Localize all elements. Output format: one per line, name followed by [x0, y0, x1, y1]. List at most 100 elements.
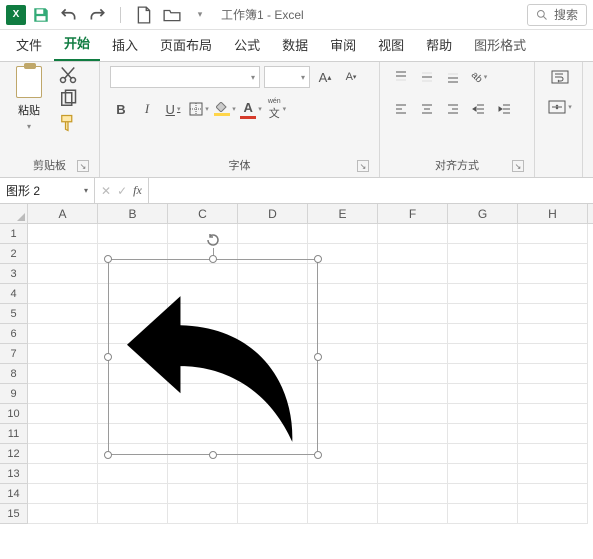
row-header[interactable]: 4: [0, 284, 28, 304]
tab-审阅[interactable]: 审阅: [320, 29, 366, 61]
cell[interactable]: [308, 464, 378, 484]
undo-icon[interactable]: [60, 6, 78, 24]
cell[interactable]: [448, 244, 518, 264]
cancel-formula-icon[interactable]: ✕: [101, 184, 111, 198]
cell[interactable]: [378, 224, 448, 244]
cell[interactable]: [28, 284, 98, 304]
enter-formula-icon[interactable]: ✓: [117, 184, 127, 198]
cell[interactable]: [518, 384, 588, 404]
cell[interactable]: [448, 504, 518, 524]
resize-handle-n[interactable]: [209, 255, 217, 263]
tab-公式[interactable]: 公式: [224, 29, 270, 61]
align-center-icon[interactable]: [416, 98, 438, 120]
cell[interactable]: [518, 324, 588, 344]
cell[interactable]: [378, 464, 448, 484]
open-folder-icon[interactable]: [163, 6, 181, 24]
redo-icon[interactable]: [88, 6, 106, 24]
cell[interactable]: [238, 484, 308, 504]
decrease-indent-icon[interactable]: [468, 98, 490, 120]
cell[interactable]: [308, 264, 378, 284]
font-size-combo[interactable]: ▾: [264, 66, 310, 88]
shape-selection-frame[interactable]: [108, 259, 318, 455]
align-launcher-icon[interactable]: ↘: [512, 160, 524, 172]
row-header[interactable]: 3: [0, 264, 28, 284]
resize-handle-w[interactable]: [104, 353, 112, 361]
clipboard-launcher-icon[interactable]: ↘: [77, 160, 89, 172]
cell[interactable]: [308, 504, 378, 524]
row-header[interactable]: 13: [0, 464, 28, 484]
cell[interactable]: [378, 484, 448, 504]
search-box[interactable]: 搜索: [527, 4, 587, 26]
cell[interactable]: [28, 464, 98, 484]
cell[interactable]: [448, 324, 518, 344]
tab-插入[interactable]: 插入: [102, 29, 148, 61]
font-color-button[interactable]: A▾: [240, 98, 262, 120]
cell[interactable]: [448, 484, 518, 504]
tab-文件[interactable]: 文件: [6, 29, 52, 61]
column-header[interactable]: G: [448, 204, 518, 223]
cell[interactable]: [308, 284, 378, 304]
column-header[interactable]: D: [238, 204, 308, 223]
cell[interactable]: [28, 384, 98, 404]
tab-图形格式[interactable]: 图形格式: [464, 29, 536, 61]
column-header[interactable]: A: [28, 204, 98, 223]
cell[interactable]: [518, 404, 588, 424]
cell[interactable]: [168, 224, 238, 244]
cell[interactable]: [28, 344, 98, 364]
cell[interactable]: [98, 464, 168, 484]
name-box[interactable]: 图形 2 ▾: [0, 178, 95, 203]
cell[interactable]: [448, 364, 518, 384]
curved-left-arrow-shape[interactable]: [127, 294, 302, 444]
cell[interactable]: [448, 464, 518, 484]
cell[interactable]: [448, 284, 518, 304]
cell[interactable]: [378, 284, 448, 304]
tab-帮助[interactable]: 帮助: [416, 29, 462, 61]
cell[interactable]: [28, 224, 98, 244]
cell[interactable]: [28, 444, 98, 464]
copy-icon[interactable]: [58, 90, 78, 108]
font-name-combo[interactable]: ▾: [110, 66, 260, 88]
cell[interactable]: [308, 404, 378, 424]
cell[interactable]: [238, 224, 308, 244]
format-painter-icon[interactable]: [58, 114, 78, 132]
cell[interactable]: [518, 504, 588, 524]
cell[interactable]: [378, 444, 448, 464]
cell[interactable]: [28, 364, 98, 384]
cell[interactable]: [168, 504, 238, 524]
cell[interactable]: [518, 304, 588, 324]
cell[interactable]: [308, 384, 378, 404]
merge-cells-icon[interactable]: ▾: [545, 96, 575, 118]
cell[interactable]: [378, 264, 448, 284]
cell[interactable]: [378, 364, 448, 384]
fill-color-button[interactable]: ▾: [214, 98, 236, 120]
cell[interactable]: [518, 424, 588, 444]
decrease-font-icon[interactable]: A▾: [340, 66, 362, 88]
cell[interactable]: [378, 244, 448, 264]
select-all-corner[interactable]: [0, 204, 28, 223]
row-header[interactable]: 10: [0, 404, 28, 424]
cell[interactable]: [28, 484, 98, 504]
cell[interactable]: [518, 444, 588, 464]
cell[interactable]: [308, 324, 378, 344]
increase-font-icon[interactable]: A▴: [314, 66, 336, 88]
italic-button[interactable]: I: [136, 98, 158, 120]
cell[interactable]: [448, 304, 518, 324]
cell[interactable]: [448, 384, 518, 404]
row-header[interactable]: 12: [0, 444, 28, 464]
column-header[interactable]: H: [518, 204, 588, 223]
underline-button[interactable]: U▾: [162, 98, 184, 120]
cell[interactable]: [98, 484, 168, 504]
resize-handle-ne[interactable]: [314, 255, 322, 263]
column-header[interactable]: F: [378, 204, 448, 223]
resize-handle-nw[interactable]: [104, 255, 112, 263]
row-header[interactable]: 15: [0, 504, 28, 524]
cell[interactable]: [28, 424, 98, 444]
cell[interactable]: [238, 504, 308, 524]
cut-icon[interactable]: [58, 66, 78, 84]
row-header[interactable]: 1: [0, 224, 28, 244]
resize-handle-s[interactable]: [209, 451, 217, 459]
cell[interactable]: [448, 444, 518, 464]
row-header[interactable]: 2: [0, 244, 28, 264]
column-header[interactable]: B: [98, 204, 168, 223]
paste-button[interactable]: 粘贴 ▾: [10, 66, 48, 131]
